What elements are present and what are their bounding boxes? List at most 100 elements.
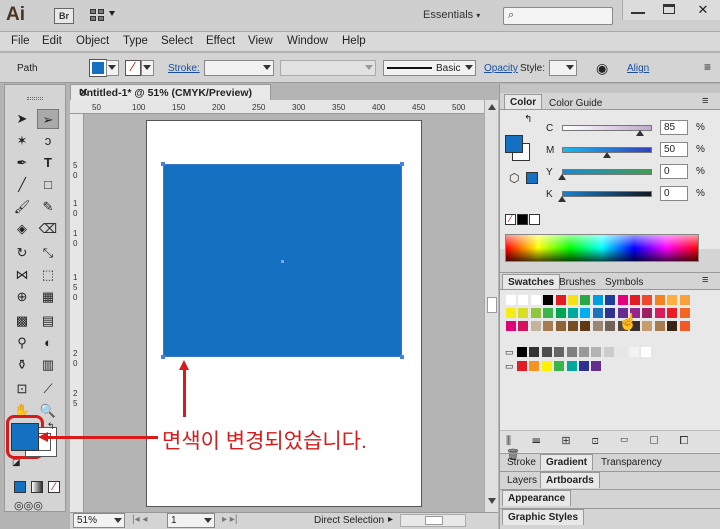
symbol-sprayer-tool-icon[interactable]: ⚱: [11, 355, 33, 375]
anchor-point[interactable]: [400, 355, 404, 359]
direct-selection-tool-icon[interactable]: ➢: [37, 109, 59, 129]
tab-graphic-styles[interactable]: Graphic Styles: [502, 509, 585, 525]
zoom-dropdown[interactable]: 51%: [73, 513, 125, 528]
stroke-link[interactable]: Stroke:: [168, 63, 200, 74]
vertical-scrollbar[interactable]: [484, 100, 498, 512]
close-tab-icon[interactable]: ✕: [79, 86, 264, 99]
folder-icon[interactable]: ▭: [505, 347, 514, 358]
swatch[interactable]: [516, 346, 528, 358]
swatch[interactable]: [567, 294, 579, 306]
opacity-link[interactable]: Opacity: [484, 63, 518, 74]
swatch[interactable]: [591, 320, 604, 332]
artboard-tool-icon[interactable]: ⊡: [11, 379, 33, 399]
h-scrollbar-thumb[interactable]: [425, 516, 443, 525]
gradient-mode-button[interactable]: [31, 481, 43, 493]
yellow-input[interactable]: 0: [660, 164, 688, 179]
tab-gradient[interactable]: Gradient: [540, 454, 594, 470]
swatch[interactable]: [653, 307, 666, 319]
color-mode-button[interactable]: [14, 481, 26, 493]
menu-object[interactable]: Object: [76, 35, 109, 47]
stroke-dropdown[interactable]: [141, 60, 154, 76]
shape-builder-tool-icon[interactable]: ⊕: [11, 287, 33, 307]
bridge-button[interactable]: Br: [54, 8, 74, 24]
tab-swatches[interactable]: Swatches: [502, 274, 561, 290]
menu-view[interactable]: View: [248, 35, 273, 47]
swatch[interactable]: [591, 294, 604, 306]
swatch[interactable]: [591, 307, 604, 319]
swatch[interactable]: [678, 294, 691, 306]
minimize-button[interactable]: [631, 4, 645, 14]
maximize-button[interactable]: [663, 4, 675, 14]
yellow-slider[interactable]: [562, 169, 652, 175]
panel-collapse-bar[interactable]: [500, 84, 720, 93]
web-safe-swatch[interactable]: [526, 172, 538, 184]
swatch[interactable]: [567, 320, 579, 332]
column-graph-tool-icon[interactable]: ▥: [37, 355, 59, 375]
stroke-swatch-control[interactable]: ⁄: [125, 59, 141, 76]
black-slider[interactable]: [562, 191, 652, 197]
swatch[interactable]: [627, 346, 640, 358]
black-swatch[interactable]: [517, 214, 528, 225]
swatch[interactable]: [578, 346, 590, 358]
artboard-number-dropdown[interactable]: 1: [167, 513, 215, 528]
default-fill-stroke-icon[interactable]: ◪: [12, 457, 21, 468]
swatch[interactable]: [604, 320, 617, 332]
tab-transparency[interactable]: Transparency: [596, 455, 667, 470]
swatch[interactable]: [578, 360, 590, 372]
blue-rectangle[interactable]: [161, 162, 404, 359]
workspace-switcher[interactable]: Essentials ▾: [423, 9, 480, 21]
swatch[interactable]: [616, 294, 629, 306]
status-menu-icon[interactable]: ▸: [388, 514, 393, 525]
swatch[interactable]: [540, 346, 553, 358]
swatch[interactable]: [529, 320, 542, 332]
none-swatch[interactable]: ⁄: [505, 214, 516, 225]
swatch[interactable]: [565, 346, 578, 358]
swatch[interactable]: [553, 346, 566, 358]
swatch[interactable]: [579, 294, 592, 306]
swatch[interactable]: [554, 294, 567, 306]
mesh-tool-icon[interactable]: ▩: [11, 311, 33, 331]
magenta-thumb[interactable]: [603, 152, 611, 158]
panel-menu-icon[interactable]: ≡: [702, 95, 708, 107]
free-transform-tool-icon[interactable]: ⬚: [37, 265, 59, 285]
folder-icon[interactable]: ▭: [505, 361, 514, 372]
swap-fill-stroke-icon[interactable]: ↰: [47, 421, 55, 432]
fill-swatch-control[interactable]: [89, 59, 107, 77]
cyan-input[interactable]: 85: [660, 120, 688, 135]
drawing-modes-icon[interactable]: ◎◎◎: [14, 499, 43, 512]
swatch[interactable]: [540, 360, 553, 372]
tab-symbols[interactable]: Symbols: [600, 275, 648, 290]
swatch[interactable]: [505, 294, 517, 306]
scale-tool-icon[interactable]: ⤡: [37, 243, 59, 263]
out-of-gamut-icon[interactable]: ⬡: [509, 171, 519, 185]
menu-window[interactable]: Window: [287, 35, 328, 47]
menu-type[interactable]: Type: [123, 35, 148, 47]
document-tab[interactable]: Untitled-1* @ 51% (CMYK/Preview) ✕: [70, 84, 271, 100]
magic-wand-tool-icon[interactable]: ✶: [11, 131, 33, 151]
swatch[interactable]: [640, 346, 652, 358]
panel-menu-icon[interactable]: ≡: [704, 60, 711, 74]
first-artboard-icon[interactable]: |◂ ◂: [132, 514, 147, 525]
swatch[interactable]: [517, 307, 530, 319]
tab-brushes[interactable]: Brushes: [554, 275, 601, 290]
swatch[interactable]: [516, 360, 528, 372]
swatch[interactable]: [604, 307, 617, 319]
paintbrush-tool-icon[interactable]: 🖌: [11, 197, 33, 217]
swatch[interactable]: [517, 320, 530, 332]
stroke-weight-input[interactable]: [204, 60, 274, 76]
color-spectrum[interactable]: [505, 234, 699, 262]
swatch[interactable]: [542, 307, 555, 319]
horizontal-ruler[interactable]: 50 100 150 200 250 300 350 400 450 500: [70, 100, 484, 114]
width-tool-icon[interactable]: ⋈: [11, 265, 33, 285]
anchor-point[interactable]: [161, 355, 165, 359]
cyan-thumb[interactable]: [636, 130, 644, 136]
fill-box[interactable]: [11, 423, 39, 451]
slice-tool-icon[interactable]: ⟋: [37, 379, 59, 399]
none-mode-button[interactable]: ⁄: [48, 481, 60, 493]
swatch[interactable]: [641, 294, 654, 306]
swatch[interactable]: [567, 307, 579, 319]
swatch[interactable]: [529, 307, 542, 319]
panel-menu-icon[interactable]: ≡: [702, 274, 708, 286]
swatch[interactable]: [666, 307, 679, 319]
last-artboard-icon[interactable]: ▸ ▸|: [222, 514, 237, 525]
